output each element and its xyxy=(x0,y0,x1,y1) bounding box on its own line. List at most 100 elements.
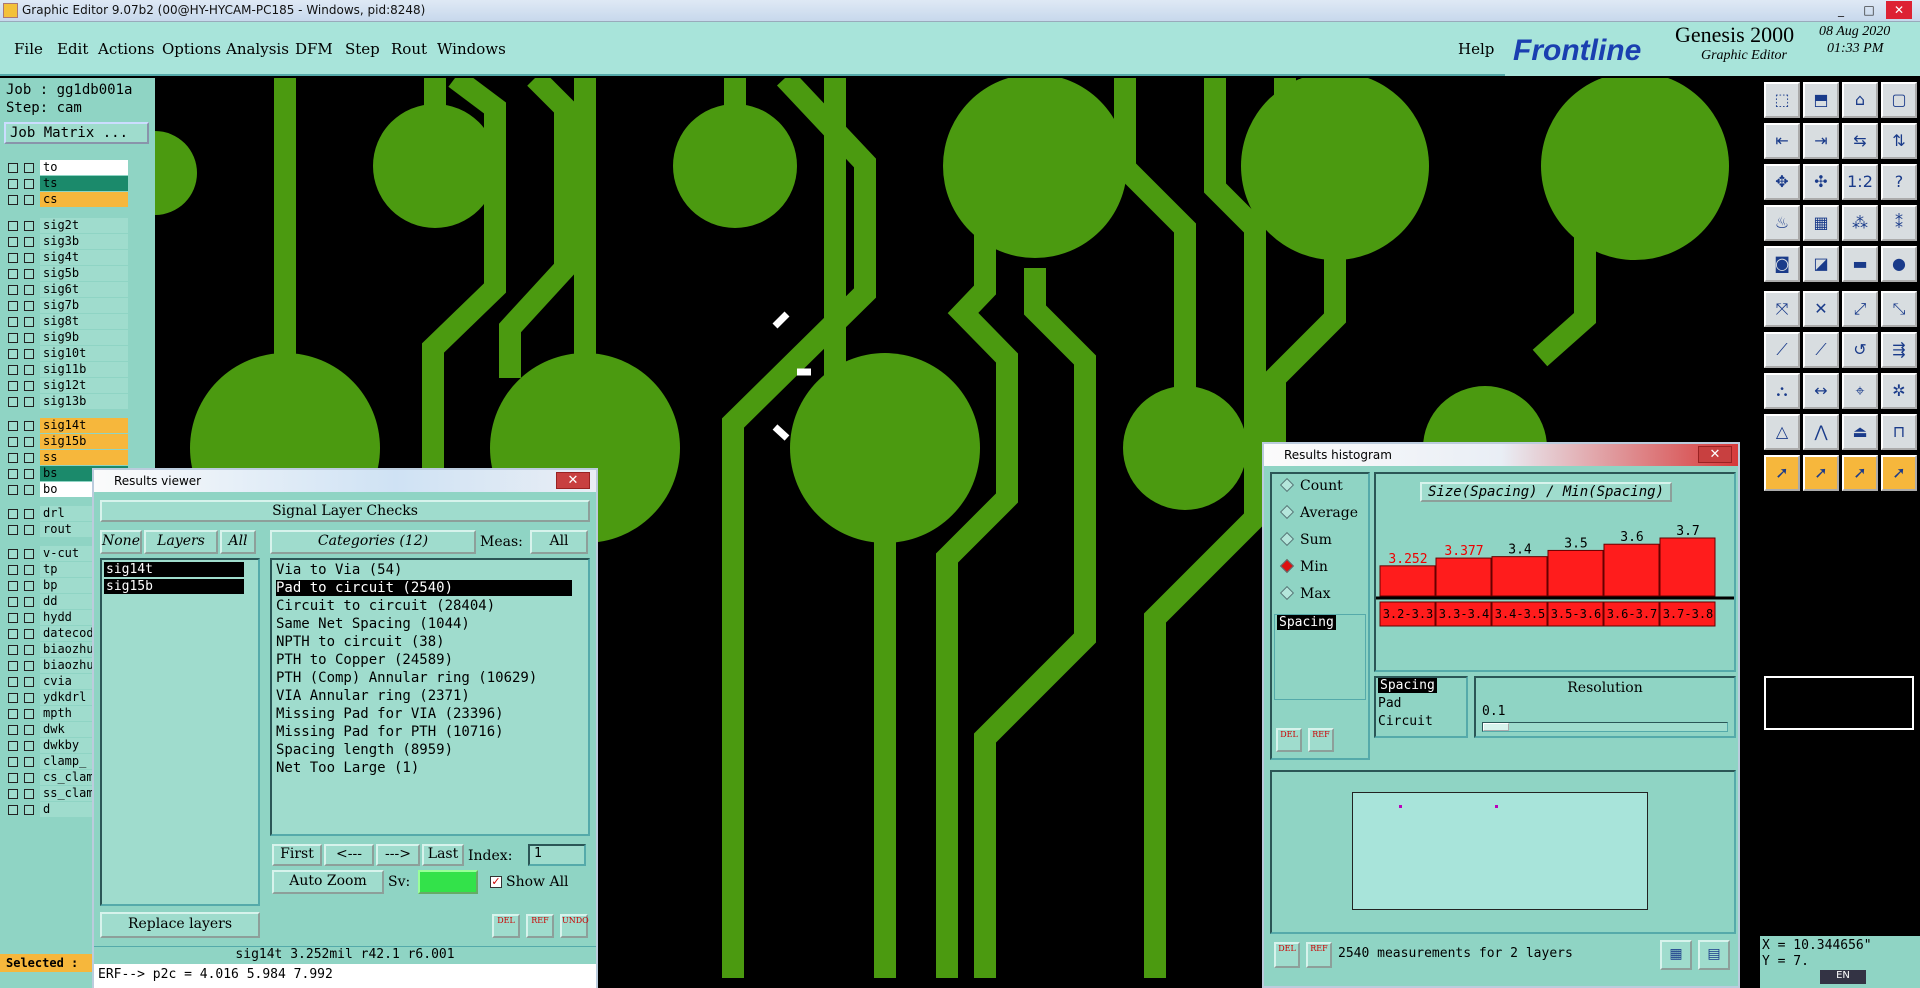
first-button[interactable]: First xyxy=(272,844,322,866)
menu-edit[interactable]: Edit xyxy=(57,40,88,58)
layer-row[interactable]: sig14t xyxy=(6,418,128,434)
cross-icon[interactable]: ✕ xyxy=(1803,291,1839,327)
pointer-icon[interactable]: ➚ xyxy=(1764,455,1800,491)
layer-affected-checkbox[interactable] xyxy=(24,269,34,279)
layer-checkbox[interactable] xyxy=(8,525,18,535)
export-chart-icon[interactable]: ▦ xyxy=(1660,940,1692,970)
layer-checkbox[interactable] xyxy=(8,381,18,391)
menu-step[interactable]: Step xyxy=(345,40,380,58)
help-icon[interactable]: ? xyxy=(1881,164,1917,200)
fit-icon[interactable]: ✥ xyxy=(1764,164,1800,200)
layer-affected-checkbox[interactable] xyxy=(24,597,34,607)
triangle-icon[interactable]: △ xyxy=(1764,414,1800,450)
menu-help[interactable]: Help xyxy=(1458,40,1494,58)
layer-row[interactable]: ss xyxy=(6,450,128,466)
layer-affected-checkbox[interactable] xyxy=(24,317,34,327)
layer-affected-checkbox[interactable] xyxy=(24,613,34,623)
layer-checkbox[interactable] xyxy=(8,437,18,447)
shape-icon[interactable]: ◪ xyxy=(1803,246,1839,282)
layer-affected-checkbox[interactable] xyxy=(24,237,34,247)
category-item[interactable]: Missing Pad for PTH (10716) xyxy=(276,724,504,740)
field-item-spacing[interactable]: Spacing xyxy=(1378,678,1437,693)
layer-checkbox[interactable] xyxy=(8,805,18,815)
layer-checkbox[interactable] xyxy=(8,397,18,407)
layer-checkbox[interactable] xyxy=(8,237,18,247)
layer-row[interactable]: sig15b xyxy=(6,434,128,450)
sv-dropdown[interactable] xyxy=(418,870,478,894)
layer-affected-checkbox[interactable] xyxy=(24,693,34,703)
target-icon[interactable]: ⌖ xyxy=(1842,373,1878,409)
histogram-titlebar[interactable]: Results histogram ✕ xyxy=(1264,444,1738,466)
layer-checkbox[interactable] xyxy=(8,221,18,231)
layer-row[interactable]: to xyxy=(6,160,128,176)
menu-rout[interactable]: Rout xyxy=(391,40,427,58)
route-icon[interactable]: ⤢ xyxy=(1842,291,1878,327)
minimize-button[interactable]: _ xyxy=(1828,1,1854,19)
mode-radio-count[interactable]: Count xyxy=(1279,477,1343,494)
layer-affected-checkbox[interactable] xyxy=(24,661,34,671)
layer-affected-checkbox[interactable] xyxy=(24,285,34,295)
zoom-out-icon[interactable]: ⬒ xyxy=(1803,82,1839,118)
undo-button[interactable]: UNDO xyxy=(560,914,589,938)
trace-icon[interactable]: ⤡ xyxy=(1881,291,1917,327)
layer-checkbox[interactable] xyxy=(8,757,18,767)
layer-checkbox[interactable] xyxy=(8,773,18,783)
rotate-icon[interactable]: ↺ xyxy=(1842,332,1878,368)
menu-options[interactable]: Options xyxy=(162,40,221,58)
field-item-pad[interactable]: Pad xyxy=(1378,696,1401,711)
result-layer-item[interactable]: sig15b xyxy=(104,579,244,594)
net-icon[interactable]: ⛬ xyxy=(1764,373,1800,409)
category-item[interactable]: NPTH to circuit (38) xyxy=(276,634,445,650)
layer-checkbox[interactable] xyxy=(8,629,18,639)
grid-icon[interactable]: ▦ xyxy=(1803,205,1839,241)
language-indicator[interactable]: EN xyxy=(1820,970,1866,984)
layer-row[interactable]: sig6t xyxy=(6,282,128,298)
layers-button[interactable]: Layers xyxy=(144,530,218,554)
category-item[interactable]: VIA Annular ring (2371) xyxy=(276,688,470,704)
layer-affected-checkbox[interactable] xyxy=(24,397,34,407)
layer-checkbox[interactable] xyxy=(8,661,18,671)
layer-affected-checkbox[interactable] xyxy=(24,365,34,375)
histogram-del-button[interactable]: DEL xyxy=(1276,728,1302,752)
layer-checkbox[interactable] xyxy=(8,549,18,559)
mode-radio-min[interactable]: Min xyxy=(1279,558,1328,575)
layer-affected-checkbox[interactable] xyxy=(24,581,34,591)
diag-icon[interactable]: ⟋ xyxy=(1803,332,1839,368)
category-item[interactable]: Circuit to circuit (28404) xyxy=(276,598,495,614)
layer-checkbox[interactable] xyxy=(8,453,18,463)
layer-affected-checkbox[interactable] xyxy=(24,453,34,463)
histogram-close-button[interactable]: ✕ xyxy=(1698,446,1732,463)
layer-affected-checkbox[interactable] xyxy=(24,645,34,655)
mode-radio-sum[interactable]: Sum xyxy=(1279,531,1332,548)
categories-list[interactable]: Via to Via (54) Pad to circuit (2540) Circ… xyxy=(270,558,590,836)
mode-radio-average[interactable]: Average xyxy=(1279,504,1358,521)
layer-checkbox[interactable] xyxy=(8,317,18,327)
layer-checkbox[interactable] xyxy=(8,285,18,295)
histogram-bar[interactable] xyxy=(1491,556,1548,597)
category-item[interactable]: Via to Via (54) xyxy=(276,562,402,578)
layer-checkbox[interactable] xyxy=(8,693,18,703)
category-item[interactable]: Spacing length (8959) xyxy=(276,742,453,758)
replace-layers-dropdown[interactable]: Replace layers xyxy=(100,912,260,938)
category-item[interactable]: Missing Pad for VIA (23396) xyxy=(276,706,504,722)
histogram-bar[interactable] xyxy=(1659,537,1716,597)
layer-row[interactable]: sig7b xyxy=(6,298,128,314)
histogram-ref-button[interactable]: REF xyxy=(1308,728,1334,752)
resolution-slider[interactable] xyxy=(1482,722,1728,732)
index-input[interactable]: 1 xyxy=(528,844,586,866)
auto-zoom-dropdown[interactable]: Auto Zoom xyxy=(272,870,384,894)
eject-icon[interactable]: ⏏ xyxy=(1842,414,1878,450)
meas-dropdown[interactable]: All xyxy=(530,530,588,554)
category-item[interactable]: PTH (Comp) Annular ring (10629) xyxy=(276,670,537,686)
layer-results-list[interactable]: sig14t sig15b xyxy=(100,558,260,906)
layer-checkbox[interactable] xyxy=(8,597,18,607)
measure-item-spacing[interactable]: Spacing xyxy=(1277,615,1336,630)
ref-button[interactable]: REF xyxy=(526,914,554,938)
connect-icon[interactable]: ⤧ xyxy=(1764,291,1800,327)
board-outline[interactable] xyxy=(1352,792,1648,910)
snap-icon[interactable]: ♨ xyxy=(1764,205,1800,241)
layer-row[interactable]: sig9b xyxy=(6,330,128,346)
layer-affected-checkbox[interactable] xyxy=(24,179,34,189)
histogram-bar[interactable] xyxy=(1547,549,1604,597)
pan-left-icon[interactable]: ⇤ xyxy=(1764,123,1800,159)
